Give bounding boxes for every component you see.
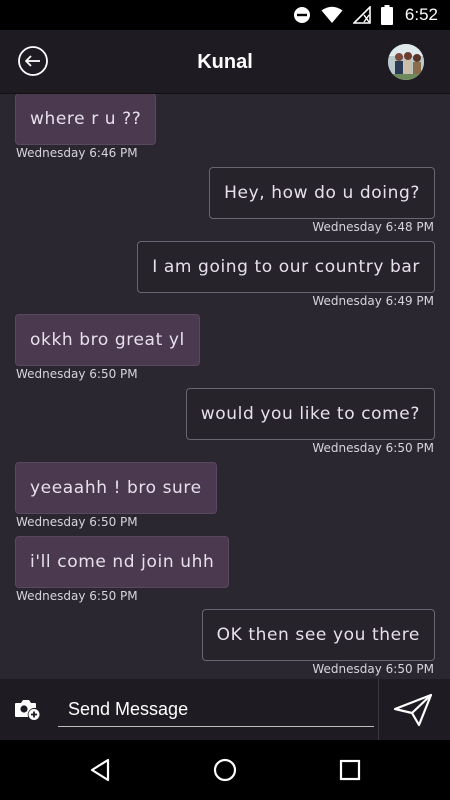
chat-title: Kunal — [197, 51, 253, 73]
composer-divider — [378, 679, 379, 740]
message-bubble-outgoing[interactable]: I am going to our country bar — [137, 241, 435, 293]
message-timestamp: Wednesday 6:50 PM — [312, 441, 434, 455]
contact-avatar[interactable] — [388, 44, 424, 80]
back-triangle-icon[interactable] — [86, 756, 114, 784]
message-timestamp: Wednesday 6:46 PM — [16, 146, 138, 160]
message-composer — [0, 679, 450, 740]
message-timestamp: Wednesday 6:50 PM — [16, 589, 138, 603]
do-not-disturb-icon — [293, 7, 310, 23]
message-bubble-incoming[interactable]: okkh bro great yl — [15, 314, 200, 366]
battery-icon — [380, 5, 393, 25]
avatar-photo — [388, 44, 424, 80]
add-photo-icon[interactable] — [14, 697, 40, 721]
message-bubble-outgoing[interactable]: OK then see you there — [201, 609, 435, 661]
message-timestamp: Wednesday 6:48 PM — [312, 220, 434, 234]
message-bubble-outgoing[interactable]: Hey, how do u doing? — [209, 167, 435, 219]
app-bar: Kunal — [0, 30, 450, 94]
message-timestamp: Wednesday 6:49 PM — [312, 294, 434, 308]
status-bar: 6:52 — [0, 0, 450, 30]
status-time: 6:52 — [404, 5, 438, 24]
message-timestamp: Wednesday 6:50 PM — [16, 367, 138, 381]
recents-square-icon[interactable] — [336, 756, 364, 784]
home-circle-icon[interactable] — [211, 756, 239, 784]
navigation-bar — [0, 740, 450, 800]
message-bubble-incoming[interactable]: i'll come nd join uhh — [15, 536, 230, 588]
no-signal-icon — [352, 6, 371, 24]
message-bubble-incoming[interactable]: yeeaahh ! bro sure — [15, 462, 217, 514]
message-timestamp: Wednesday 6:50 PM — [16, 515, 138, 529]
message-input[interactable] — [58, 693, 374, 727]
wifi-icon — [321, 6, 343, 23]
send-icon[interactable] — [392, 692, 434, 728]
message-timestamp: Wednesday 6:50 PM — [312, 662, 434, 676]
message-list[interactable]: where r u ?? Wednesday 6:46 PM Hey, how … — [0, 94, 450, 679]
message-bubble-incoming[interactable]: where r u ?? — [15, 94, 157, 145]
message-bubble-outgoing[interactable]: would you like to come? — [185, 388, 435, 440]
